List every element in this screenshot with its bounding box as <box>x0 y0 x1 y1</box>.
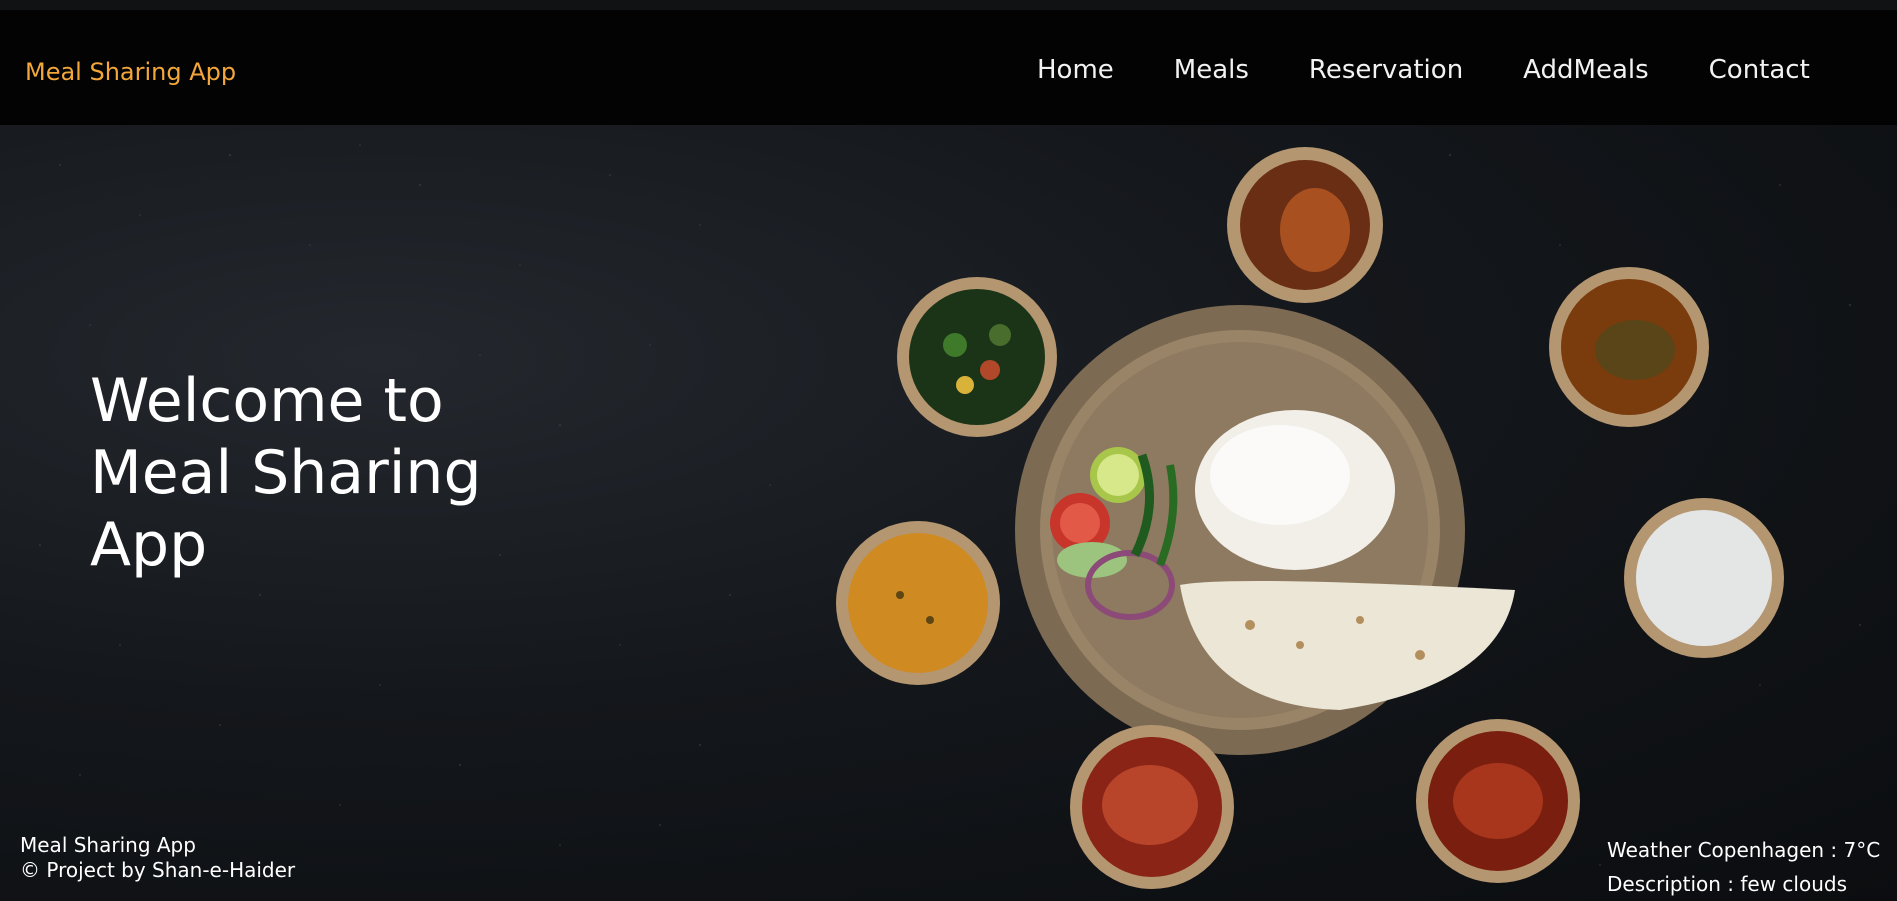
footer-copyright: © Project by Shan-e-Haider <box>20 858 296 882</box>
page: Meal Sharing App Home Meals Reservation … <box>0 0 1897 901</box>
footer-app-name: Meal Sharing App <box>20 833 196 857</box>
nav-reservation-link[interactable]: Reservation <box>1309 55 1463 85</box>
top-strip <box>0 0 1897 10</box>
footer-credits: Meal Sharing App © Project by Shan-e-Hai… <box>20 833 295 883</box>
navbar: Meal Sharing App Home Meals Reservation … <box>0 10 1897 125</box>
weather-temperature: Weather Copenhagen : 7°C <box>1607 838 1881 862</box>
nav-contact-link[interactable]: Contact <box>1709 55 1810 85</box>
nav-home-link[interactable]: Home <box>1037 55 1114 85</box>
hero-title-line: App <box>90 510 208 580</box>
nav-meals-link[interactable]: Meals <box>1174 55 1249 85</box>
weather-widget: Weather Copenhagen : 7°C Description : f… <box>1607 833 1880 901</box>
thali-food-image <box>836 147 1784 889</box>
hero-title-line: Welcome to <box>90 366 444 436</box>
nav-links: Home Meals Reservation AddMeals Contact <box>1037 55 1810 85</box>
hero-section: Welcome to Meal Sharing App <box>0 125 1897 901</box>
brand-link[interactable]: Meal Sharing App <box>25 58 236 86</box>
weather-description: Description : few clouds <box>1607 872 1847 896</box>
hero-title: Welcome to Meal Sharing App <box>90 365 482 581</box>
nav-addmeals-link[interactable]: AddMeals <box>1523 55 1648 85</box>
hero-title-line: Meal Sharing <box>90 438 482 508</box>
